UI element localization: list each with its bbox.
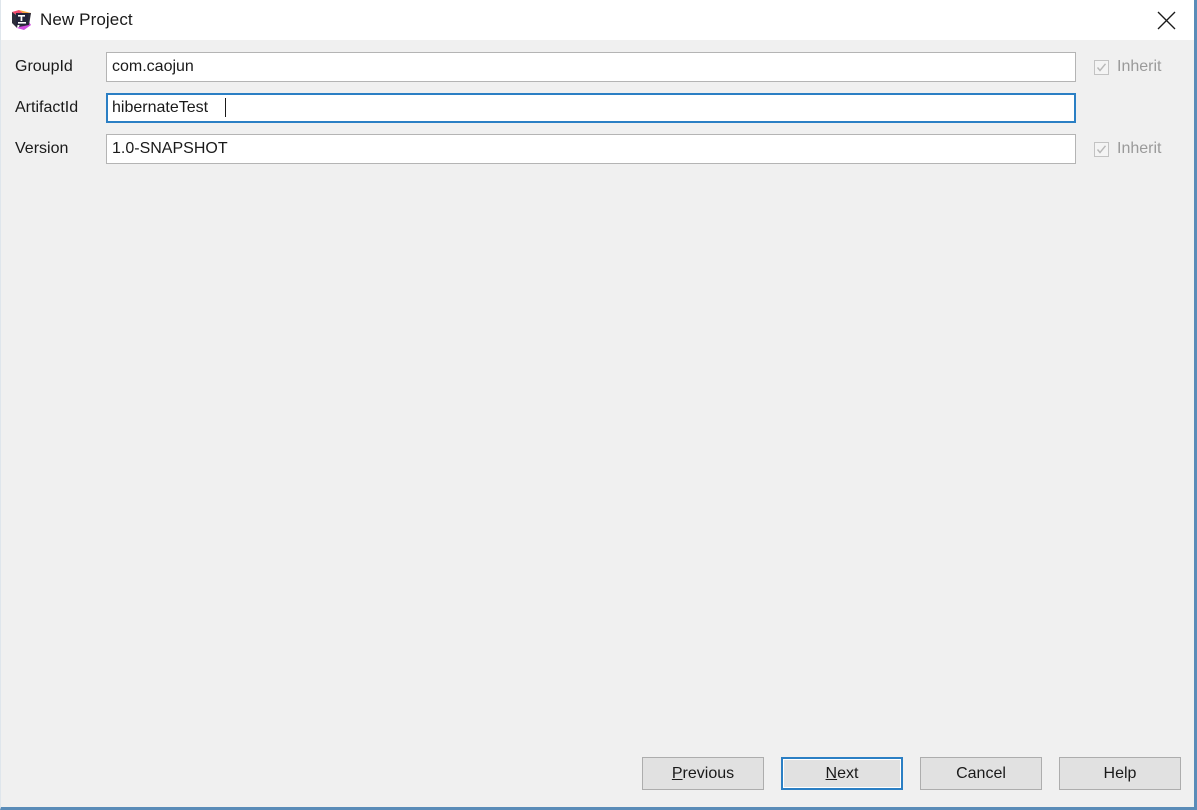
text-caret	[225, 98, 226, 117]
groupid-input[interactable]	[106, 52, 1076, 82]
label-groupid: GroupId	[15, 58, 73, 75]
next-rest: ext	[837, 764, 859, 782]
label-version: Version	[15, 140, 69, 157]
previous-rest: revious	[682, 764, 735, 782]
help-button[interactable]: Help	[1059, 757, 1181, 790]
cancel-button-label: Cancel	[956, 764, 1006, 782]
version-input-wrap	[106, 134, 1076, 164]
inherit-checkbox-version[interactable]	[1094, 141, 1109, 157]
previous-mnemonic: P	[671, 764, 683, 782]
label-artifactid: ArtifactId	[15, 99, 79, 116]
inherit-label-version: Inherit	[1117, 140, 1162, 157]
previous-button-label: Previous	[672, 765, 734, 783]
next-mnemonic: N	[825, 764, 838, 782]
title-bar: New Project	[1, 0, 1194, 40]
intellij-idea-icon	[11, 9, 33, 31]
next-button[interactable]: Next	[781, 757, 903, 790]
inherit-group-version[interactable]: Inherit	[1094, 140, 1161, 158]
cancel-button[interactable]: Cancel	[920, 757, 1042, 790]
version-input[interactable]	[106, 134, 1076, 164]
close-icon[interactable]	[1138, 0, 1194, 40]
artifactid-input-wrap	[106, 93, 1076, 123]
help-button-label: Help	[1103, 764, 1137, 782]
previous-button[interactable]: Previous	[642, 757, 764, 790]
form-row-artifactid: ArtifactId	[1, 93, 1194, 123]
form-content: GroupId Inherit ArtifactId	[1, 40, 1194, 747]
form-row-version: Version Inherit	[1, 134, 1194, 164]
inherit-group-groupid[interactable]: Inherit	[1094, 58, 1161, 76]
groupid-input-wrap	[106, 52, 1076, 82]
form-row-groupid: GroupId Inherit	[1, 52, 1194, 82]
window-title: New Project	[40, 10, 133, 29]
inherit-label-groupid: Inherit	[1117, 58, 1162, 75]
artifactid-input[interactable]	[106, 93, 1076, 123]
dialog-button-bar: Previous Next Cancel Help	[1, 747, 1194, 807]
new-project-dialog: New Project GroupId Inherit	[0, 0, 1197, 810]
next-button-label: Next	[826, 765, 859, 783]
inherit-checkbox-groupid[interactable]	[1094, 59, 1109, 75]
